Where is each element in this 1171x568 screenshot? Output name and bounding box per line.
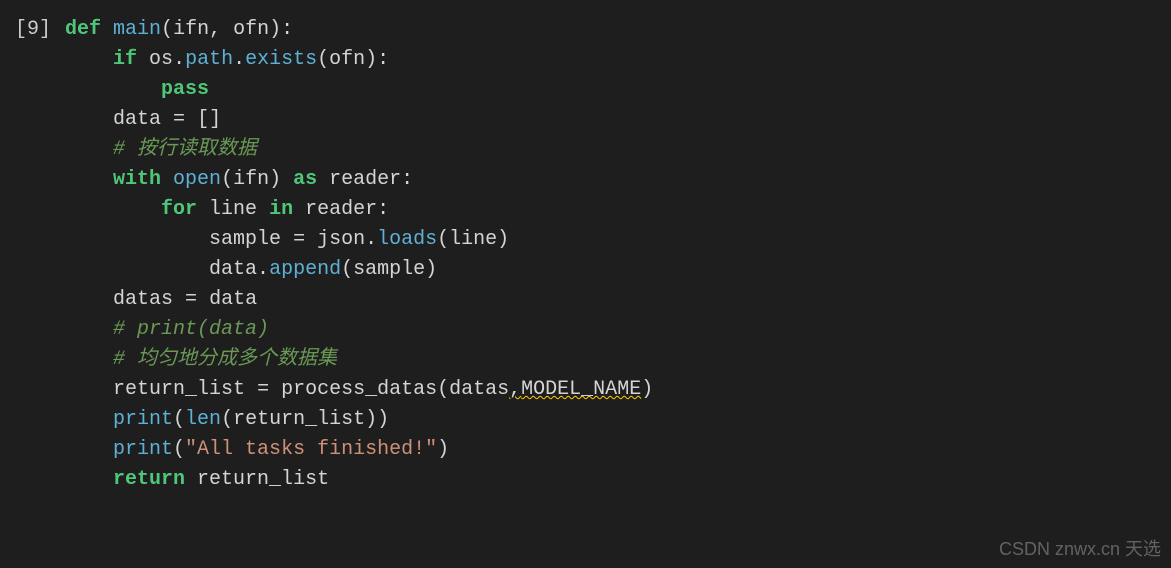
code-line: for line in reader: bbox=[10, 195, 1161, 225]
ident-data: data bbox=[209, 255, 257, 285]
ident-reader: reader bbox=[329, 165, 401, 195]
arg-return-list: return_list bbox=[233, 405, 365, 435]
code-line: # 均匀地分成多个数据集 bbox=[10, 345, 1161, 375]
func-loads: loads bbox=[377, 225, 437, 255]
ident-json: json bbox=[317, 225, 365, 255]
code-line: data = [] bbox=[10, 105, 1161, 135]
code-line: [9] def main(ifn, ofn): bbox=[10, 15, 1161, 45]
string-literal: "All tasks finished!" bbox=[185, 435, 437, 465]
code-line: print(len(return_list)) bbox=[10, 405, 1161, 435]
keyword-for: for bbox=[161, 195, 197, 225]
keyword-if: if bbox=[113, 45, 137, 75]
keyword-def: def bbox=[65, 15, 101, 45]
func-print: print bbox=[113, 405, 173, 435]
code-line: datas = data bbox=[10, 285, 1161, 315]
func-append: append bbox=[269, 255, 341, 285]
ident-return-list: return_list bbox=[197, 465, 329, 495]
code-line: # print(data) bbox=[10, 315, 1161, 345]
arg-datas: datas bbox=[449, 375, 509, 405]
equals-op: = bbox=[257, 375, 269, 405]
code-line: # 按行读取数据 bbox=[10, 135, 1161, 165]
keyword-pass: pass bbox=[161, 75, 209, 105]
equals-op: = bbox=[173, 105, 185, 135]
func-main: main bbox=[113, 15, 161, 45]
arg-ifn: ifn bbox=[233, 165, 269, 195]
code-line: return return_list bbox=[10, 465, 1161, 495]
code-line: print("All tasks finished!") bbox=[10, 435, 1161, 465]
func-exists: exists bbox=[245, 45, 317, 75]
param-ifn: ifn bbox=[173, 15, 209, 45]
arg-line: line bbox=[449, 225, 497, 255]
ident-line: line bbox=[209, 195, 257, 225]
cell-number: [9] bbox=[10, 15, 65, 45]
ident-os: os bbox=[149, 45, 173, 75]
comment-line: # 按行读取数据 bbox=[113, 135, 257, 165]
equals-op: = bbox=[185, 285, 197, 315]
comment-line: # print(data) bbox=[113, 315, 269, 345]
code-line: pass bbox=[10, 75, 1161, 105]
keyword-return: return bbox=[113, 465, 185, 495]
ident-data: data bbox=[209, 285, 257, 315]
ident-sample: sample bbox=[209, 225, 281, 255]
equals-op: = bbox=[293, 225, 305, 255]
empty-list: [] bbox=[197, 105, 221, 135]
func-open: open bbox=[173, 165, 221, 195]
param-ofn: ofn bbox=[233, 15, 269, 45]
code-line: return_list = process_datas(datas,MODEL_… bbox=[10, 375, 1161, 405]
ident-datas: datas bbox=[113, 285, 173, 315]
code-line: data.append(sample) bbox=[10, 255, 1161, 285]
code-line: if os.path.exists(ofn): bbox=[10, 45, 1161, 75]
keyword-in: in bbox=[269, 195, 293, 225]
const-model-name: MODEL_NAME bbox=[521, 375, 641, 405]
ident-reader: reader bbox=[305, 195, 377, 225]
ident-return-list: return_list bbox=[113, 375, 245, 405]
code-line: with open(ifn) as reader: bbox=[10, 165, 1161, 195]
attr-path: path bbox=[185, 45, 233, 75]
code-cell: [9] def main(ifn, ofn): if os.path.exist… bbox=[10, 15, 1161, 495]
keyword-as: as bbox=[293, 165, 317, 195]
func-process-datas: process_datas bbox=[281, 375, 437, 405]
comment-line: # 均匀地分成多个数据集 bbox=[113, 345, 337, 375]
code-line: sample = json.loads(line) bbox=[10, 225, 1161, 255]
warn-comma: , bbox=[509, 375, 521, 405]
ident-data: data bbox=[113, 105, 161, 135]
watermark-text: CSDN znwx.cn 天选 bbox=[999, 536, 1161, 563]
arg-ofn: ofn bbox=[329, 45, 365, 75]
func-print: print bbox=[113, 435, 173, 465]
arg-sample: sample bbox=[353, 255, 425, 285]
func-len: len bbox=[185, 405, 221, 435]
keyword-with: with bbox=[113, 165, 161, 195]
